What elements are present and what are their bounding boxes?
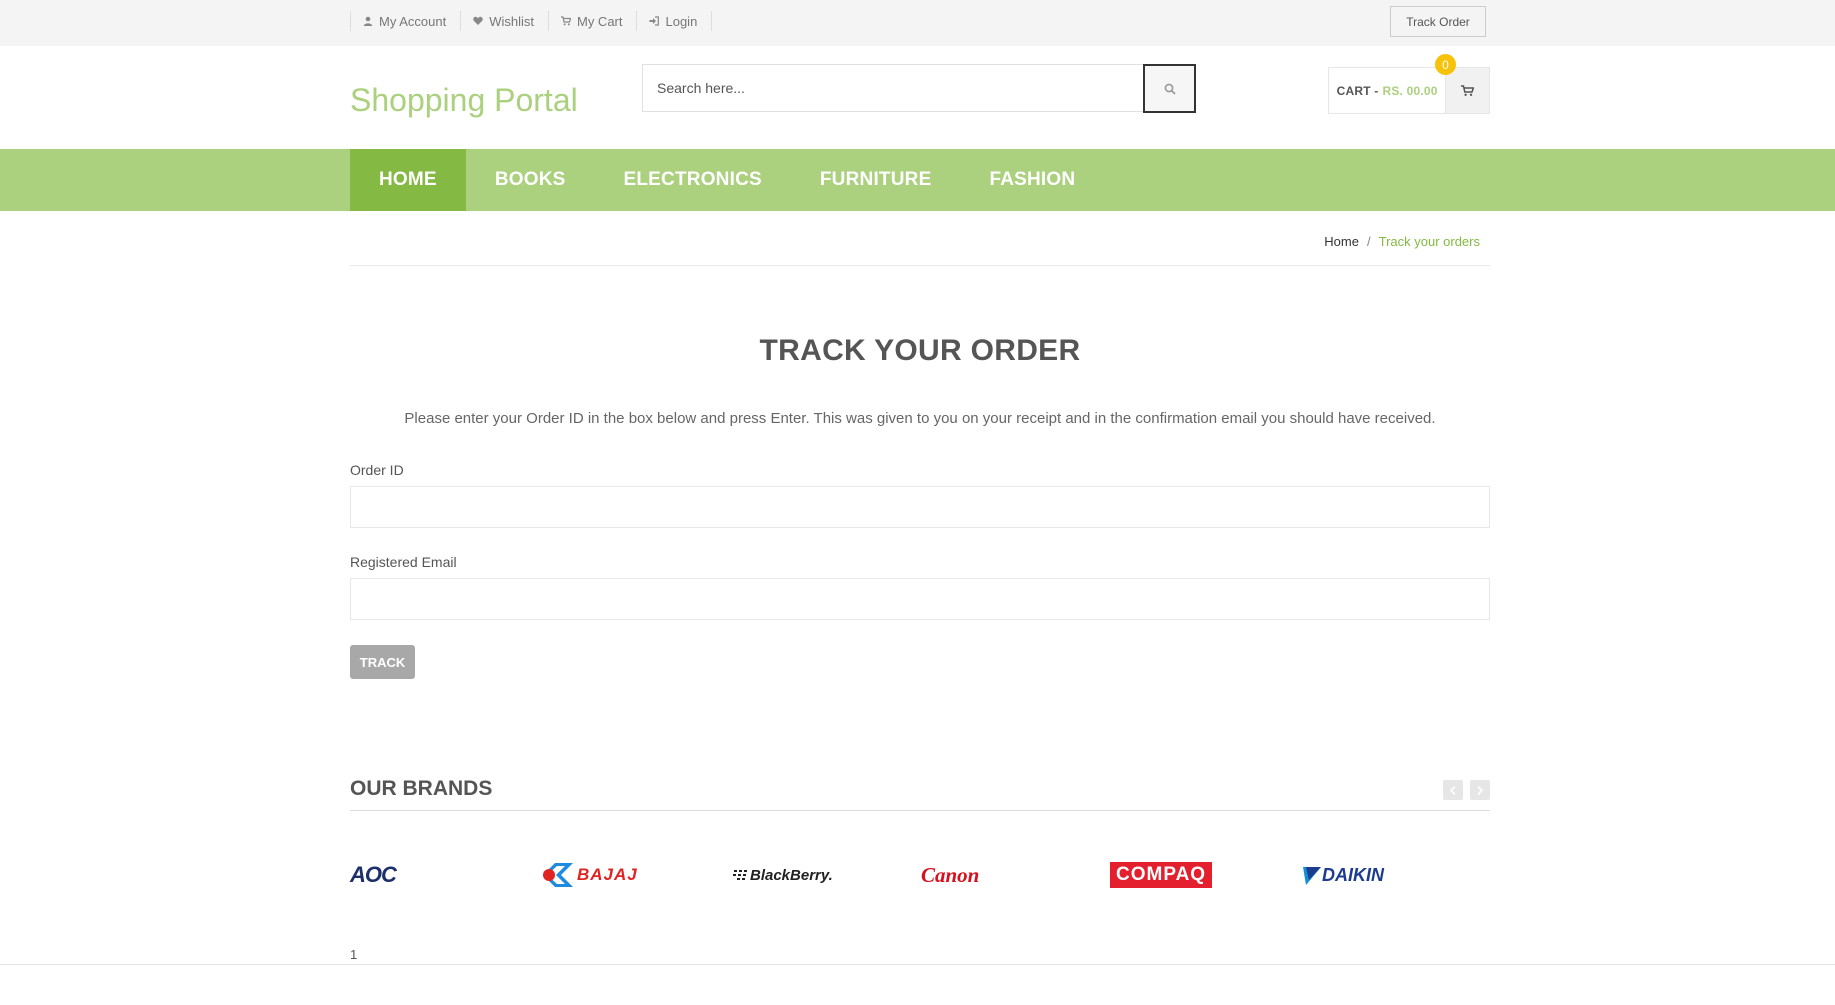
wishlist-link[interactable]: Wishlist	[461, 11, 549, 31]
order-id-input[interactable]	[350, 486, 1490, 528]
brand-logo-blackberry[interactable]: BlackBerry.	[733, 860, 833, 890]
nav-item-furniture[interactable]: FURNITURE	[791, 149, 961, 211]
brand-aoc-text: AOC	[350, 862, 397, 887]
footer-divider	[0, 964, 1835, 965]
user-icon	[363, 16, 373, 26]
carousel-page-number: 1	[350, 947, 358, 962]
login-link[interactable]: Login	[637, 11, 713, 31]
bajaj-emblem-icon	[543, 863, 573, 887]
brands-title: OUR BRANDS	[350, 777, 493, 800]
cart-icon	[1461, 84, 1475, 96]
breadcrumb-home[interactable]: Home	[1324, 234, 1359, 249]
site-logo[interactable]: Shopping Portal	[350, 82, 578, 119]
email-label: Registered Email	[350, 554, 457, 570]
my-account-link[interactable]: My Account	[351, 11, 462, 31]
cart-count-badge: 0	[1435, 54, 1456, 75]
brand-logo-aoc[interactable]: AOC	[350, 860, 397, 890]
sign-in-icon	[649, 16, 660, 26]
page-title: TRACK YOUR ORDER	[759, 334, 1081, 367]
brand-canon-text: Canon	[921, 862, 980, 887]
nav-item-home[interactable]: HOME	[350, 149, 466, 211]
brands-divider	[350, 810, 1490, 811]
nav-item-books[interactable]: BOOKS	[466, 149, 595, 211]
cart-summary[interactable]: CART - RS. 00.00	[1328, 67, 1490, 114]
login-label: Login	[665, 13, 698, 29]
instructions-text: Please enter your Order ID in the box be…	[404, 410, 1436, 427]
cart-label: CART -	[1336, 83, 1379, 98]
search-button[interactable]	[1143, 64, 1196, 113]
my-account-label: My Account	[379, 13, 447, 29]
my-cart-link[interactable]: My Cart	[549, 11, 638, 31]
search-icon	[1164, 83, 1176, 95]
nav-item-fashion[interactable]: FASHION	[960, 149, 1104, 211]
carousel-prev-button[interactable]	[1443, 780, 1463, 800]
my-cart-label: My Cart	[576, 13, 623, 29]
cart-icon-box[interactable]	[1445, 68, 1489, 113]
blackberry-dots-icon	[733, 870, 747, 880]
carousel-next-button[interactable]	[1470, 780, 1490, 800]
email-input[interactable]	[350, 578, 1490, 620]
top-links: My Account Wishlist My Cart Login	[350, 11, 713, 31]
wishlist-label: Wishlist	[489, 13, 534, 29]
divider	[350, 265, 1490, 266]
search-input[interactable]	[642, 64, 1144, 112]
brand-bajaj-text: BAJAJ	[577, 865, 638, 884]
brand-compaq-text: COMPAQ	[1116, 864, 1207, 885]
cart-text: CART - RS. 00.00	[1329, 68, 1445, 113]
breadcrumb-separator: /	[1366, 234, 1371, 249]
brand-daikin-text: DAIKIN	[1322, 864, 1384, 885]
brand-logo-compaq[interactable]: COMPAQ	[1110, 860, 1213, 890]
nav-item-electronics[interactable]: ELECTRONICS	[595, 149, 791, 211]
track-button[interactable]: TRACK	[350, 645, 415, 679]
brand-blackberry-text: BlackBerry.	[750, 866, 833, 884]
cart-amount: RS. 00.00	[1382, 83, 1438, 98]
cart-icon	[560, 16, 571, 26]
top-bar: My Account Wishlist My Cart Login Track …	[0, 0, 1835, 46]
chevron-left-icon	[1450, 785, 1456, 795]
breadcrumb: Home / Track your orders	[350, 234, 1490, 249]
chevron-right-icon	[1477, 785, 1483, 795]
brand-logo-bajaj[interactable]: BAJAJ	[541, 860, 638, 890]
nav-items: HOME BOOKS ELECTRONICS FURNITURE FASHION	[350, 149, 1104, 211]
track-order-button[interactable]: Track Order	[1390, 6, 1486, 37]
brand-logo-daikin[interactable]: DAIKIN	[1303, 860, 1384, 890]
order-id-label: Order ID	[350, 462, 404, 478]
main-nav: HOME BOOKS ELECTRONICS FURNITURE FASHION	[0, 149, 1835, 211]
daikin-triangle-icon	[1303, 867, 1321, 885]
compaq-box: COMPAQ	[1110, 862, 1213, 888]
breadcrumb-current: Track your orders	[1378, 234, 1480, 249]
search-bar	[642, 64, 1196, 113]
brand-logo-canon[interactable]: Canon	[921, 860, 979, 890]
heart-icon	[473, 16, 483, 25]
